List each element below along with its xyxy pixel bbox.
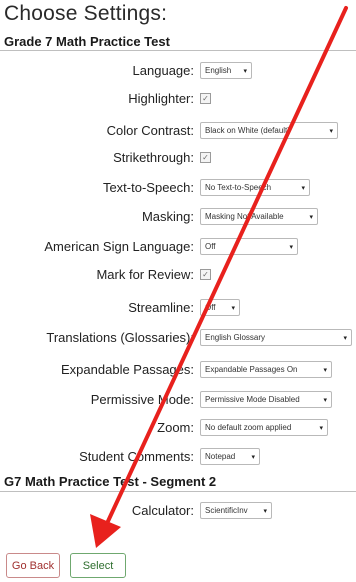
select-value: English Glossary xyxy=(205,333,266,342)
select-value: Black on White (default) xyxy=(205,126,290,135)
calculator-select[interactable]: ScientificInv ▾ xyxy=(200,502,272,519)
setting-row-mark-for-review: Mark for Review: ✓ xyxy=(0,264,356,286)
setting-row-strikethrough: Strikethrough: ✓ xyxy=(0,147,356,169)
setting-row-masking: Masking: Masking Not Available ▾ xyxy=(0,206,356,228)
chevron-down-icon: ▾ xyxy=(289,243,293,251)
chevron-down-icon: ▾ xyxy=(309,213,313,221)
select-value: Notepad xyxy=(205,452,236,461)
page-title: Choose Settings: xyxy=(4,2,168,25)
select-value: Masking Not Available xyxy=(205,212,284,221)
setting-row-expandable-passages: Expandable Passages: Expandable Passages… xyxy=(0,359,356,381)
setting-row-text-to-speech: Text-to-Speech: No Text-to-Speech ▾ xyxy=(0,177,356,199)
select-value: ScientificInv xyxy=(205,506,248,515)
setting-label: Calculator: xyxy=(131,503,194,518)
chevron-down-icon: ▾ xyxy=(323,366,327,374)
select-value: English xyxy=(205,66,232,75)
select-value: Expandable Passages On xyxy=(205,365,298,374)
setting-label: Zoom: xyxy=(157,420,194,435)
select-value: No Text-to-Speech xyxy=(205,183,272,192)
streamline-select[interactable]: Off ▾ xyxy=(200,299,240,316)
zoom-select[interactable]: No default zoom applied ▾ xyxy=(200,419,328,436)
strikethrough-checkbox[interactable]: ✓ xyxy=(200,152,211,163)
setting-label: Student Comments: xyxy=(79,449,194,464)
test-title: Grade 7 Math Practice Test xyxy=(4,34,170,49)
select-value: Off xyxy=(205,303,216,312)
mark-for-review-checkbox[interactable]: ✓ xyxy=(200,269,211,280)
permissive-mode-select[interactable]: Permissive Mode Disabled ▾ xyxy=(200,391,332,408)
setting-row-highlighter: Highlighter: ✓ xyxy=(0,88,356,110)
chevron-down-icon: ▾ xyxy=(231,304,235,312)
segment-title: G7 Math Practice Test - Segment 2 xyxy=(4,474,217,489)
expandable-passages-select[interactable]: Expandable Passages On ▾ xyxy=(200,361,332,378)
setting-row-student-comments: Student Comments: Notepad ▾ xyxy=(0,446,356,468)
go-back-button[interactable]: Go Back xyxy=(6,553,60,578)
chevron-down-icon: ▾ xyxy=(329,127,333,135)
select-button[interactable]: Select xyxy=(70,553,126,578)
chevron-down-icon: ▾ xyxy=(251,453,255,461)
american-sign-language-select[interactable]: Off ▾ xyxy=(200,238,298,255)
chevron-down-icon: ▾ xyxy=(343,334,347,342)
setting-row-color-contrast: Color Contrast: Black on White (default)… xyxy=(0,120,356,142)
setting-label: American Sign Language: xyxy=(44,239,194,254)
select-value: Permissive Mode Disabled xyxy=(205,395,300,404)
setting-label: Masking: xyxy=(141,209,194,224)
setting-row-zoom: Zoom: No default zoom applied ▾ xyxy=(0,417,356,439)
setting-row-streamline: Streamline: Off ▾ xyxy=(0,297,356,319)
chevron-down-icon: ▾ xyxy=(263,507,267,515)
setting-label: Color Contrast: xyxy=(106,123,194,138)
setting-label: Highlighter: xyxy=(128,91,194,106)
select-value: No default zoom applied xyxy=(205,423,292,432)
language-select[interactable]: English ▾ xyxy=(200,62,252,79)
masking-select[interactable]: Masking Not Available ▾ xyxy=(200,208,318,225)
test-title-divider xyxy=(0,50,356,51)
setting-label: Mark for Review: xyxy=(96,267,194,282)
segment-title-divider xyxy=(0,491,356,492)
setting-row-american-sign-language: American Sign Language: Off ▾ xyxy=(0,236,356,258)
setting-row-calculator: Calculator: ScientificInv ▾ xyxy=(0,500,356,522)
setting-row-permissive-mode: Permissive Mode: Permissive Mode Disable… xyxy=(0,389,356,411)
highlighter-checkbox[interactable]: ✓ xyxy=(200,93,211,104)
student-comments-select[interactable]: Notepad ▾ xyxy=(200,448,260,465)
setting-row-language: Language: English ▾ xyxy=(0,60,356,82)
color-contrast-select[interactable]: Black on White (default) ▾ xyxy=(200,122,338,139)
select-value: Off xyxy=(205,242,216,251)
setting-label: Streamline: xyxy=(128,300,194,315)
chevron-down-icon: ▾ xyxy=(301,184,305,192)
chevron-down-icon: ▾ xyxy=(319,424,323,432)
setting-label: Expandable Passages: xyxy=(61,362,194,377)
setting-label: Language: xyxy=(132,63,194,78)
setting-label: Strikethrough: xyxy=(113,150,194,165)
setting-row-translations: Translations (Glossaries): English Gloss… xyxy=(0,327,356,349)
chevron-down-icon: ▾ xyxy=(323,396,327,404)
translations-select[interactable]: English Glossary ▾ xyxy=(200,329,352,346)
text-to-speech-select[interactable]: No Text-to-Speech ▾ xyxy=(200,179,310,196)
setting-label: Text-to-Speech: xyxy=(102,180,194,195)
chevron-down-icon: ▾ xyxy=(243,67,247,75)
setting-label: Permissive Mode: xyxy=(90,392,194,407)
setting-label: Translations (Glossaries): xyxy=(46,330,194,345)
